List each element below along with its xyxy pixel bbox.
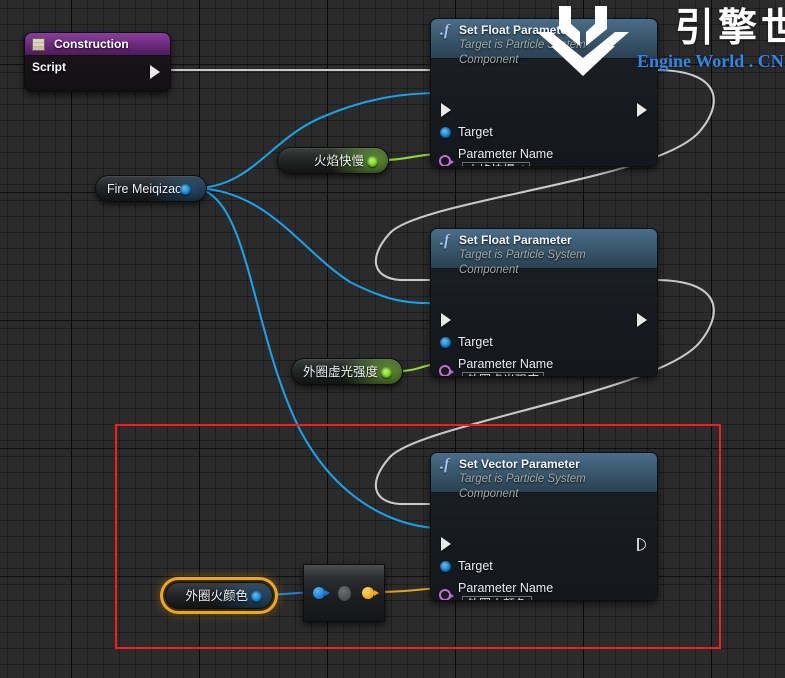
set-vector-parameter-name-input[interactable]: 外圈火颜色 [462,596,533,600]
set-float-2-parameter-name-input[interactable]: 外圈虚光强度 [462,372,545,376]
variable-label-outer-glow-intensity: 外圈虚光强度 [302,365,378,379]
set-vector-exec-out-pin[interactable] [637,538,646,551]
variable-pin-fire-meiqizao[interactable] [180,184,191,195]
construction-script-header: Construction Script [25,33,170,74]
set-float-2-exec-in-pin[interactable] [441,313,451,327]
set-float-2-target-pin[interactable] [440,337,451,348]
variable-node-outer-fire-color[interactable]: 外圈火颜色 [165,582,273,609]
set-float-1-parameter-name-pin[interactable] [439,155,454,166]
node-set-float-parameter-1[interactable]: .f Set Float Parameter Target is Particl… [430,18,658,167]
set-vector-header: .f Set Vector Parameter Target is Partic… [431,453,657,500]
set-float-2-parameter-name-pin[interactable] [439,365,454,376]
set-vector-exec-in-pin[interactable] [441,537,451,551]
set-float-2-exec-out-pin[interactable] [637,313,647,327]
set-vector-title: Set Vector Parameter [459,457,580,471]
set-vector-parameter-name-pin[interactable] [439,589,454,600]
set-float-2-header: .f Set Float Parameter Target is Particl… [431,229,657,276]
conversion-node-output-pin[interactable] [362,587,379,599]
set-float-1-parameter-name-label: Parameter Name [458,147,554,161]
node-construction-script[interactable]: Construction Script [24,32,171,92]
function-f-icon: .f [440,456,450,473]
conversion-node-input-pin[interactable] [313,587,330,599]
set-vector-target-label: Target [458,559,493,573]
variable-node-fire-meiqizao[interactable]: Fire Meiqizao [95,175,207,202]
set-vector-parameter-name-label: Parameter Name [458,581,554,595]
wire-object-firemeiqizao-to-target2 [194,186,442,305]
set-float-1-title: Set Float Parameter [459,23,572,37]
set-vector-target-pin[interactable] [440,561,451,572]
variable-pin-outer-fire-color[interactable] [251,591,262,602]
variable-node-flame-speed[interactable]: 火焰快慢 [277,147,389,174]
function-f-icon: .f [440,232,450,249]
function-f-icon: .f [440,22,450,39]
set-float-1-exec-in-pin[interactable] [441,103,451,117]
watermark-chinese-text: 引擎世界 [675,6,785,51]
variable-node-outer-glow-intensity[interactable]: 外圈虚光强度 [291,358,403,385]
variable-pin-flame-speed[interactable] [367,156,378,167]
variable-pin-outer-glow-intensity[interactable] [381,367,392,378]
construction-script-icon [32,38,45,51]
blueprint-graph-canvas[interactable]: Construction Script .f Set Float Paramet… [0,0,785,678]
set-float-1-target-pin[interactable] [440,127,451,138]
set-float-2-title: Set Float Parameter [459,233,572,247]
set-float-2-target-label: Target [458,335,493,349]
variable-label-flame-speed: 火焰快慢 [313,154,364,168]
variable-label-fire-meiqizao: Fire Meiqizao [106,182,182,196]
set-float-1-header: .f Set Float Parameter Target is Particl… [431,19,657,66]
watermark-english-text: Engine World . CN [637,51,784,71]
set-float-1-target-label: Target [458,125,493,139]
construction-script-exec-out-pin[interactable] [150,65,160,79]
node-set-vector-parameter[interactable]: .f Set Vector Parameter Target is Partic… [430,452,658,601]
variable-label-outer-fire-color: 外圈火颜色 [185,589,248,603]
collapsed-conversion-node[interactable] [303,564,385,622]
set-float-1-parameter-name-input[interactable]: 火焰快慢:4 [462,162,531,166]
wire-layer [166,68,715,597]
set-float-2-parameter-name-label: Parameter Name [458,357,554,371]
set-float-1-exec-out-pin[interactable] [637,103,647,117]
conversion-node-center-dot [338,586,351,601]
node-set-float-parameter-2[interactable]: .f Set Float Parameter Target is Particl… [430,228,658,377]
